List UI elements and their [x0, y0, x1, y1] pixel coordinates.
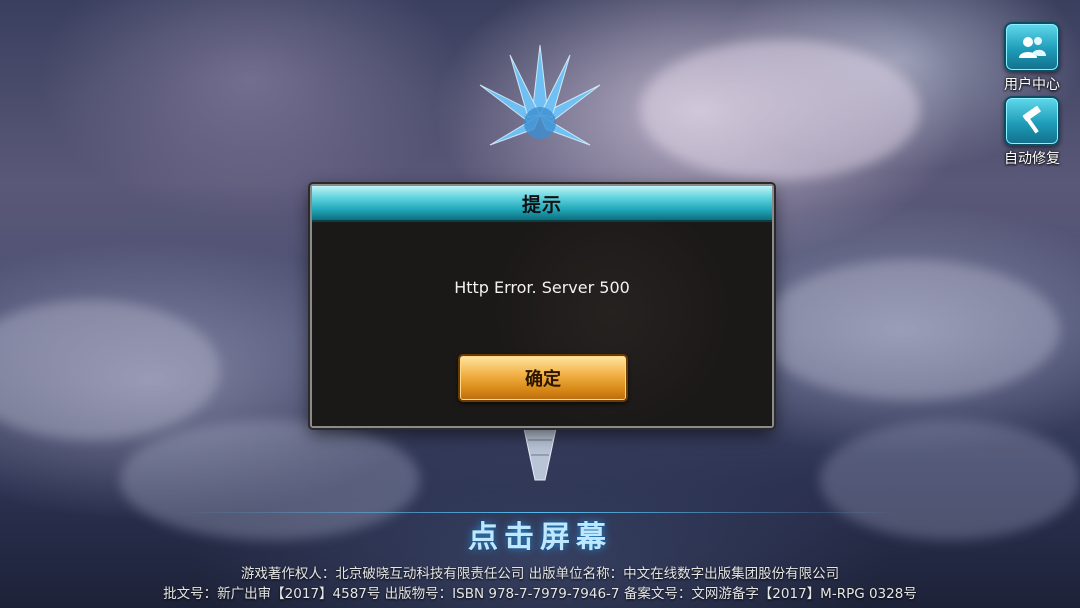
error-message: Http Error. Server 500	[454, 278, 630, 297]
auto-repair-label: 自动修复	[1004, 151, 1060, 167]
auto-repair-button[interactable]: 自动修复	[1002, 96, 1062, 168]
error-dialog: 提示 Http Error. Server 500 确定	[310, 184, 774, 428]
dialog-body: Http Error. Server 500 确定	[312, 222, 772, 426]
hammer-icon	[1004, 96, 1060, 146]
user-center-button[interactable]: 用户中心	[1002, 22, 1062, 94]
dialog-header: 提示	[312, 186, 772, 222]
dialog-title: 提示	[521, 193, 562, 216]
users-icon	[1004, 22, 1060, 72]
user-center-label: 用户中心	[1004, 77, 1060, 93]
copyright-line: 游戏著作权人：北京破晓互动科技有限责任公司 出版单位名称：中文在线数字出版集团股…	[240, 566, 840, 582]
crystal-flower-art	[479, 45, 601, 146]
confirm-button[interactable]: 确定	[458, 354, 628, 402]
confirm-button-label: 确定	[525, 369, 561, 390]
tap-screen-prompt[interactable]: 点击屏幕	[0, 512, 1080, 556]
license-line: 批文号：新广出审【2017】4587号 出版物号：ISBN 978-7-7979…	[163, 586, 917, 602]
